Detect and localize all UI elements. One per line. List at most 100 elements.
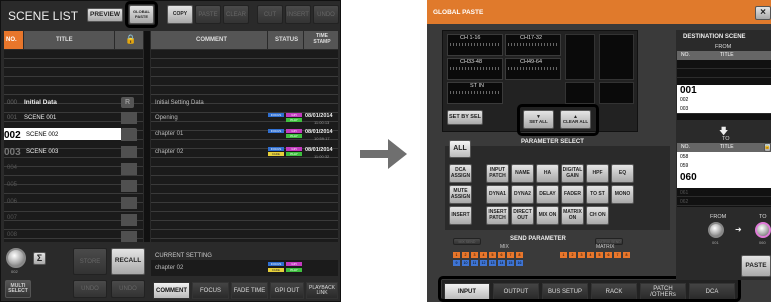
- sigma-button[interactable]: Σ: [33, 252, 46, 265]
- close-icon: ×: [760, 6, 766, 18]
- dest-lock-button[interactable]: 🔒: [764, 143, 771, 152]
- matrix-send-4[interactable]: 4: [587, 252, 594, 258]
- param-dyna2[interactable]: DYNA2: [511, 185, 534, 204]
- col-status-label: STATUS: [275, 37, 299, 43]
- tab-gpi-out[interactable]: GPI OUT: [270, 282, 304, 299]
- param-ch-on[interactable]: CH ON: [586, 206, 609, 225]
- cut-button[interactable]: CUT: [257, 5, 283, 24]
- param-dyna1[interactable]: DYNA1: [486, 185, 509, 204]
- scene-time: 11:00:13: [314, 120, 330, 125]
- param-direct-out[interactable]: DIRECT OUT: [511, 206, 534, 225]
- mix-send-12[interactable]: 12: [480, 260, 487, 266]
- matrix-send-1[interactable]: 1: [560, 252, 567, 258]
- from-knob-label: FROM: [710, 214, 727, 220]
- param-dca-assign[interactable]: DCA ASSIGN: [449, 164, 472, 183]
- matrix-send-2[interactable]: 2: [569, 252, 576, 258]
- to-knob[interactable]: [755, 222, 771, 238]
- paste-button[interactable]: PASTE: [195, 5, 221, 24]
- undo-bottom-button[interactable]: UNDO: [73, 280, 107, 298]
- param-insert-patch[interactable]: INSERT PATCH: [486, 206, 509, 225]
- mix-send-13[interactable]: 13: [489, 260, 496, 266]
- from-row-002[interactable]: 002: [680, 97, 688, 103]
- empty-slot: [599, 34, 634, 80]
- param-to-st[interactable]: TO ST: [586, 185, 609, 204]
- param-mix-on[interactable]: MIX ON: [536, 206, 559, 225]
- comment-row-002: chapter 01: [155, 130, 184, 137]
- recall-button[interactable]: RECALL: [111, 248, 145, 275]
- param-insert[interactable]: INSERT: [449, 206, 472, 225]
- all-button[interactable]: ALL: [449, 140, 471, 158]
- scene-row-008[interactable]: 008: [7, 230, 17, 239]
- insert-button[interactable]: INSERT: [285, 5, 311, 24]
- mix-send-3[interactable]: 3: [471, 252, 478, 258]
- copy-button[interactable]: COPY: [167, 5, 193, 24]
- to-row-058[interactable]: 058: [680, 154, 688, 160]
- focus-tag: FOCUS: [268, 129, 284, 133]
- scene-title: Initial Data: [24, 99, 57, 106]
- scene-select-knob[interactable]: [6, 248, 26, 268]
- mix-send-2[interactable]: 2: [462, 252, 469, 258]
- to-knob-label: TO: [759, 214, 767, 220]
- matrix-send-5[interactable]: 5: [596, 252, 603, 258]
- param-hpf[interactable]: HPF: [586, 164, 609, 183]
- matrix-label: MATRIX: [596, 244, 615, 250]
- undo-button[interactable]: UNDO: [313, 5, 339, 24]
- paste-button[interactable]: PASTE: [741, 255, 771, 277]
- mix-send-15[interactable]: 15: [507, 260, 514, 266]
- tab-playback-link[interactable]: PLAYBACK LINK: [306, 282, 338, 299]
- param-eq[interactable]: EQ: [611, 164, 634, 183]
- matrix-send-7[interactable]: 7: [614, 252, 621, 258]
- matrix-send-3[interactable]: 3: [578, 252, 585, 258]
- mix-send-6[interactable]: 6: [498, 252, 505, 258]
- scene-row-006[interactable]: 006: [7, 197, 17, 206]
- param-digital-gain[interactable]: DIGITAL GAIN: [561, 164, 584, 183]
- set-by-sel-button[interactable]: SET BY SEL: [447, 110, 483, 125]
- mix-send-9[interactable]: 9: [453, 260, 460, 266]
- mix-send-16[interactable]: 16: [516, 260, 523, 266]
- to-row-062[interactable]: 062: [680, 199, 688, 205]
- to-row-060[interactable]: 060: [680, 172, 697, 183]
- current-comment: chapter 02: [155, 265, 184, 271]
- empty-slot: [565, 34, 595, 80]
- channel-group-label: CH49-64: [520, 59, 543, 65]
- close-button[interactable]: ×: [755, 6, 771, 20]
- tab-focus[interactable]: FOCUS: [192, 282, 229, 299]
- from-row-001[interactable]: 001: [680, 85, 697, 96]
- mix-send-button[interactable]: MIX SEND: [453, 238, 481, 245]
- col-title-label: TITLE: [56, 37, 73, 43]
- param-delay[interactable]: DELAY: [536, 185, 559, 204]
- mix-send-7[interactable]: 7: [507, 252, 514, 258]
- param-ha[interactable]: HA: [536, 164, 559, 183]
- param-fader[interactable]: FADER: [561, 185, 584, 204]
- param-mono[interactable]: MONO: [611, 185, 634, 204]
- scene-row-007[interactable]: 007: [7, 213, 17, 222]
- matrix-send-8[interactable]: 8: [623, 252, 630, 258]
- scene-row-004[interactable]: 004: [7, 163, 17, 172]
- mix-send-4[interactable]: 4: [480, 252, 487, 258]
- gpi-tag: GPI: [286, 147, 302, 151]
- from-row-003[interactable]: 003: [680, 106, 688, 112]
- tab-fade-time[interactable]: FADE TIME: [231, 282, 268, 299]
- scene-row-005[interactable]: 005: [7, 180, 17, 189]
- mix-send-1[interactable]: 1: [453, 252, 460, 258]
- param-name[interactable]: NAME: [511, 164, 534, 183]
- matrix-send-6[interactable]: 6: [605, 252, 612, 258]
- mix-send-10[interactable]: 10: [462, 260, 469, 266]
- clear-button[interactable]: CLEAR: [223, 5, 249, 24]
- redo-bottom-button[interactable]: UNDO: [111, 280, 145, 298]
- param-matrix-on[interactable]: MATRIX ON: [561, 206, 584, 225]
- param-mute-assign[interactable]: MUTE ASSIGN: [449, 185, 472, 204]
- preview-button[interactable]: PREVIEW: [87, 8, 123, 22]
- mix-send-5[interactable]: 5: [489, 252, 496, 258]
- from-knob[interactable]: [708, 222, 724, 238]
- gpi-tag: GPI: [286, 113, 302, 117]
- mix-send-11[interactable]: 11: [471, 260, 478, 266]
- multi-select-button[interactable]: MULTI SELECT: [5, 280, 31, 298]
- tab-comment[interactable]: COMMENT: [153, 282, 190, 299]
- mix-send-8[interactable]: 8: [516, 252, 523, 258]
- to-row-061[interactable]: 061: [680, 190, 688, 196]
- store-button[interactable]: STORE: [73, 248, 107, 275]
- param-input-patch[interactable]: INPUT PATCH: [486, 164, 509, 183]
- to-row-059[interactable]: 059: [680, 163, 688, 169]
- mix-send-14[interactable]: 14: [498, 260, 505, 266]
